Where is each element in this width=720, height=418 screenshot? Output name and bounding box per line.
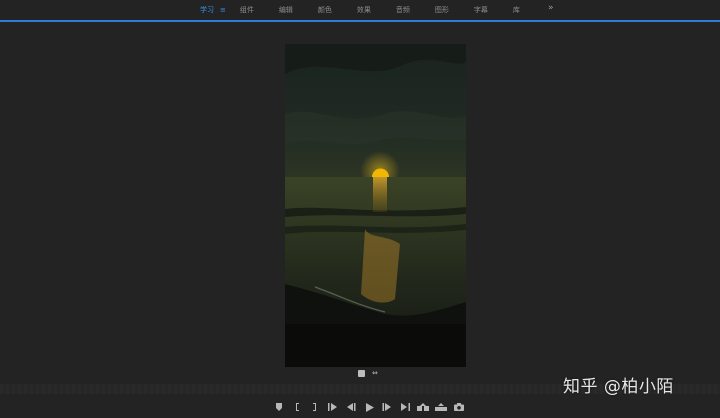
insert-icon[interactable] (414, 400, 432, 414)
watermark: 知乎 @柏小陌 (563, 377, 674, 397)
tab-effects[interactable]: 效果 (357, 5, 371, 15)
safe-margins-icon[interactable] (358, 369, 365, 377)
mark-in-icon[interactable] (288, 400, 306, 414)
tab-graphics[interactable]: 图形 (435, 5, 449, 15)
tab-captions[interactable]: 字幕 (474, 5, 488, 15)
step-forward-icon[interactable] (378, 400, 396, 414)
sunset-video-frame (285, 44, 466, 367)
transport-controls (270, 400, 468, 414)
step-back-icon[interactable] (342, 400, 360, 414)
camera-icon[interactable] (450, 400, 468, 414)
marker-icon[interactable] (270, 400, 288, 414)
workspace-bar: 学习 ≡ 组件 编辑 颜色 效果 音频 图形 字幕 库 » (0, 0, 720, 22)
workspace-tabs: 学习 ≡ 组件 编辑 颜色 效果 音频 图形 字幕 库 (200, 3, 520, 17)
go-to-in-icon[interactable] (324, 400, 342, 414)
go-to-out-icon[interactable] (396, 400, 414, 414)
program-monitor-frame[interactable] (285, 44, 466, 367)
play-icon[interactable] (360, 400, 378, 414)
overflow-icon[interactable]: » (548, 3, 554, 13)
monitor-settings: ⇔ (358, 369, 378, 377)
tab-color[interactable]: 颜色 (318, 5, 332, 15)
mark-out-icon[interactable] (306, 400, 324, 414)
tab-assembly[interactable]: 组件 (240, 5, 254, 15)
tab-libraries[interactable]: 库 (513, 5, 520, 15)
tab-learn[interactable]: 学习 (200, 5, 214, 15)
settings-icon[interactable]: ⇔ (372, 369, 378, 377)
tab-audio[interactable]: 音频 (396, 5, 410, 15)
tab-edit[interactable]: 编辑 (279, 5, 293, 15)
overwrite-icon[interactable] (432, 400, 450, 414)
workspace-menu-icon[interactable]: ≡ (220, 6, 226, 14)
